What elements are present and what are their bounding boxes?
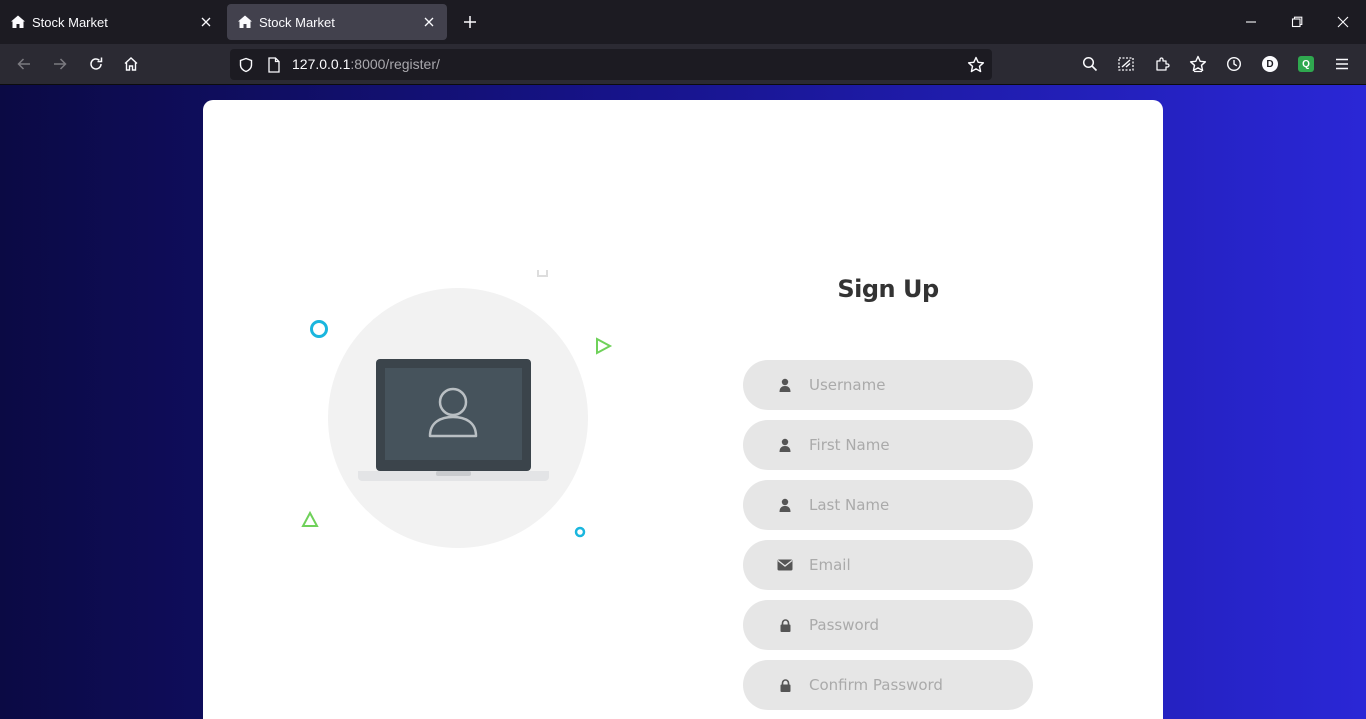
decorative-small-ring-shape <box>574 526 586 538</box>
page-background: Sign Up <box>0 85 1366 719</box>
url-text: 127.0.0.1:8000/register/ <box>292 56 440 72</box>
search-icon[interactable] <box>1076 50 1104 78</box>
extensions-puzzle-icon[interactable] <box>1148 50 1176 78</box>
first-name-input[interactable] <box>809 420 1019 470</box>
decorative-ring-shape <box>310 320 328 338</box>
username-input[interactable] <box>809 360 1019 410</box>
decorative-play-triangle-shape <box>596 337 613 355</box>
password-input[interactable] <box>809 600 1019 650</box>
tab-title: Stock Market <box>259 14 335 30</box>
tab-stock-market-2[interactable]: Stock Market <box>227 4 447 40</box>
home-favicon-icon <box>237 14 253 30</box>
profile-avatar-icon[interactable]: D <box>1256 50 1284 78</box>
signup-title: Sign Up <box>837 275 939 303</box>
history-clock-icon[interactable] <box>1220 50 1248 78</box>
user-icon <box>776 495 794 515</box>
restore-window-button[interactable] <box>1283 8 1311 36</box>
user-icon <box>776 375 794 395</box>
bookmark-star-icon[interactable] <box>966 55 986 75</box>
confirm-password-field[interactable] <box>743 660 1033 710</box>
hamburger-menu-icon[interactable] <box>1328 50 1356 78</box>
username-field[interactable] <box>743 360 1033 410</box>
close-tab-icon[interactable] <box>417 10 441 34</box>
forward-button[interactable] <box>46 50 74 78</box>
url-host: 127.0.0.1 <box>292 56 351 72</box>
close-tab-icon[interactable] <box>194 10 218 34</box>
bookmarks-star-icon[interactable] <box>1184 50 1212 78</box>
url-path: :8000/register/ <box>350 56 440 72</box>
extension-q-icon[interactable]: Q <box>1292 50 1320 78</box>
email-input[interactable] <box>809 540 1019 590</box>
lock-icon <box>776 675 794 695</box>
back-button[interactable] <box>10 50 38 78</box>
first-name-field[interactable] <box>743 420 1033 470</box>
user-icon <box>776 435 794 455</box>
tab-stock-market-1[interactable]: Stock Market <box>0 0 224 44</box>
home-button[interactable] <box>117 50 145 78</box>
last-name-field[interactable] <box>743 480 1033 530</box>
signup-illustration <box>298 266 618 570</box>
password-field[interactable] <box>743 600 1033 650</box>
tab-title: Stock Market <box>32 14 108 30</box>
page-info-icon[interactable] <box>264 55 284 75</box>
tab-strip: Stock Market Stock Market <box>0 0 1366 44</box>
profile-badge: D <box>1262 56 1278 72</box>
confirm-password-input[interactable] <box>809 660 1019 710</box>
envelope-icon <box>776 555 794 575</box>
decorative-square-shape <box>537 266 548 277</box>
address-bar[interactable]: 127.0.0.1:8000/register/ <box>230 49 992 80</box>
signup-card: Sign Up <box>203 100 1163 719</box>
home-favicon-icon <box>10 14 26 30</box>
screenshot-icon[interactable] <box>1112 50 1140 78</box>
close-window-button[interactable] <box>1329 8 1357 36</box>
extension-badge: Q <box>1298 56 1314 72</box>
decorative-triangle-shape <box>301 510 319 527</box>
laptop-notch <box>436 471 471 476</box>
new-tab-button[interactable] <box>458 10 482 34</box>
email-field[interactable] <box>743 540 1033 590</box>
reload-button[interactable] <box>82 50 110 78</box>
shield-icon[interactable] <box>236 55 256 75</box>
lock-icon <box>776 615 794 635</box>
navigation-toolbar: 127.0.0.1:8000/register/ D Q <box>0 44 1366 85</box>
last-name-input[interactable] <box>809 480 1019 530</box>
minimize-window-button[interactable] <box>1237 8 1265 36</box>
